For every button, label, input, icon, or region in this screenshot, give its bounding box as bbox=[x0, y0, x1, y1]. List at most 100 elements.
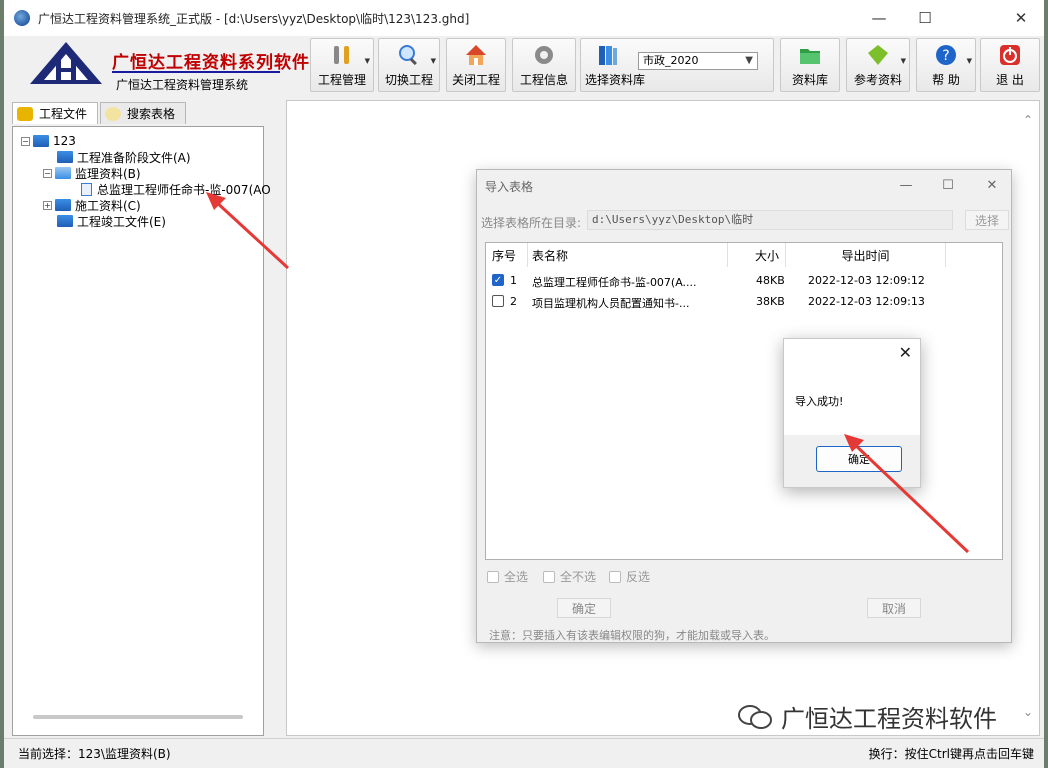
tab-search-forms[interactable]: 搜索表格 bbox=[100, 102, 187, 124]
help-icon: ? bbox=[933, 42, 959, 68]
dialog-maximize-button[interactable]: ☐ bbox=[933, 174, 963, 196]
watermark: 广恒达工程资料软件 bbox=[737, 699, 997, 734]
left-panel-tabs: 工程文件 搜索表格 bbox=[12, 102, 188, 124]
tree-node-root[interactable]: − 123 bbox=[21, 133, 76, 149]
dropdown-arrow-icon: ▼ bbox=[966, 57, 972, 65]
close-button[interactable]: ✕ bbox=[998, 0, 1044, 36]
tree-node-label: 123 bbox=[53, 134, 76, 148]
help-button[interactable]: ? 帮 助 ▼ bbox=[916, 38, 976, 92]
select-none-label: 全不选 bbox=[560, 570, 597, 584]
library-label: 资料库 bbox=[791, 73, 828, 87]
svg-text:?: ? bbox=[942, 48, 949, 64]
power-icon bbox=[997, 42, 1023, 68]
exit-button[interactable]: 退 出 bbox=[980, 38, 1040, 92]
folder-icon bbox=[57, 151, 73, 163]
project-tree[interactable]: − 123 工程准备阶段文件(A) − 监理资料(B) 总监理工程师任命书-监-… bbox=[12, 126, 271, 736]
gear-icon bbox=[531, 42, 557, 68]
chevron-down-icon: ▼ bbox=[745, 55, 753, 66]
collapse-icon[interactable]: − bbox=[43, 168, 52, 178]
project-info-button[interactable]: 工程信息 bbox=[512, 38, 576, 92]
brand-underline bbox=[112, 71, 280, 73]
close-project-button[interactable]: 关闭工程 bbox=[446, 38, 506, 92]
tree-node-b[interactable]: − 监理资料(B) bbox=[43, 165, 141, 181]
select-none-checkbox[interactable]: 全不选 bbox=[543, 568, 596, 585]
row-size: 48KB bbox=[756, 274, 785, 287]
dialog-cancel-button[interactable]: 取消 bbox=[867, 598, 921, 618]
message-footer: 确定 bbox=[784, 435, 920, 487]
title-bar: 广恒达工程资料管理系统_正式版 - [d:\Users\yyz\Desktop\… bbox=[4, 0, 1044, 36]
checkbox-unchecked-icon[interactable] bbox=[492, 295, 504, 307]
tree-node-e[interactable]: 工程竣工文件(E) bbox=[57, 213, 166, 229]
directory-field[interactable]: d:\Users\yyz\Desktop\临时 bbox=[587, 210, 953, 230]
select-all-checkbox[interactable]: 全选 bbox=[487, 568, 528, 585]
tab-search-forms-label: 搜索表格 bbox=[127, 107, 176, 121]
dropdown-arrow-icon: ▼ bbox=[430, 57, 436, 65]
horizontal-scrollbar[interactable] bbox=[33, 715, 243, 719]
column-header-no[interactable]: 序号 bbox=[486, 243, 528, 267]
message-ok-button[interactable]: 确定 bbox=[816, 446, 902, 472]
column-header-name[interactable]: 表名称 bbox=[528, 243, 728, 267]
tree-node-c[interactable]: + 施工资料(C) bbox=[43, 197, 141, 213]
row-checkbox[interactable] bbox=[492, 295, 504, 307]
table-row[interactable]: 2 项目监理机构人员配置通知书-... 38KB 2022-12-03 12:0… bbox=[486, 292, 1002, 313]
success-message-box: ✕ 导入成功! 确定 bbox=[783, 338, 921, 488]
switch-project-button[interactable]: 切换工程 ▼ bbox=[378, 38, 440, 92]
message-text: 导入成功! bbox=[795, 395, 844, 408]
library-button[interactable]: 资料库 bbox=[780, 38, 840, 92]
tree-node-label: 工程准备阶段文件(A) bbox=[77, 150, 191, 165]
checkbox-unchecked-icon[interactable] bbox=[543, 570, 555, 583]
speech-bubble-icon bbox=[105, 106, 122, 121]
books-icon bbox=[595, 42, 621, 68]
tree-node-b-doc[interactable]: 总监理工程师任命书-监-007(AO bbox=[81, 181, 271, 197]
tab-project-files[interactable]: 工程文件 bbox=[12, 102, 99, 124]
library-select[interactable]: 市政_2020 ▼ bbox=[638, 52, 758, 70]
row-name: 项目监理机构人员配置通知书-... bbox=[532, 297, 690, 310]
tree-node-a[interactable]: 工程准备阶段文件(A) bbox=[57, 149, 191, 165]
scroll-up-icon[interactable]: ⌃ bbox=[1023, 113, 1033, 127]
help-label: 帮 助 bbox=[932, 73, 960, 87]
tree-node-label: 总监理工程师任命书-监-007(AO bbox=[97, 182, 271, 197]
select-all-label: 全选 bbox=[504, 570, 529, 584]
reference-button[interactable]: 参考资料 ▼ bbox=[846, 38, 910, 92]
magnifier-icon bbox=[396, 42, 422, 68]
collapse-icon[interactable]: − bbox=[21, 136, 30, 146]
checkbox-unchecked-icon[interactable] bbox=[487, 570, 499, 583]
document-icon bbox=[81, 182, 92, 196]
tab-project-files-label: 工程文件 bbox=[39, 107, 88, 121]
dropdown-arrow-icon: ▼ bbox=[364, 57, 370, 65]
dialog-ok-button[interactable]: 确定 bbox=[557, 598, 611, 618]
current-selection-status: 当前选择：123\监理资料(B) bbox=[18, 747, 171, 761]
project-management-button[interactable]: 工程管理 ▼ bbox=[310, 38, 374, 92]
window-title: 广恒达工程资料管理系统_正式版 - [d:\Users\yyz\Desktop\… bbox=[38, 11, 470, 26]
row-checkbox[interactable]: ✓ bbox=[492, 274, 504, 286]
tools-icon bbox=[329, 42, 355, 68]
app-icon bbox=[14, 10, 30, 26]
open-folder-icon bbox=[55, 167, 71, 179]
select-library-label: 选择资料库 bbox=[585, 73, 646, 87]
minimize-button[interactable]: — bbox=[856, 0, 902, 36]
checkbox-unchecked-icon[interactable] bbox=[609, 570, 621, 583]
maximize-button[interactable]: ☐ bbox=[902, 0, 948, 36]
expand-icon[interactable]: + bbox=[43, 200, 52, 210]
folder-icon bbox=[55, 199, 71, 211]
dialog-close-button[interactable]: ✕ bbox=[977, 174, 1007, 196]
status-bar: 当前选择：123\监理资料(B) 换行：按住Ctrl键再点击回车键 bbox=[4, 738, 1044, 768]
table-row[interactable]: ✓ 1 总监理工程师任命书-监-007(A.... 48KB 2022-12-0… bbox=[486, 271, 1002, 292]
scroll-down-icon[interactable]: ⌄ bbox=[1023, 705, 1033, 719]
row-size: 38KB bbox=[756, 295, 785, 308]
library-select-value: 市政_2020 bbox=[643, 54, 699, 67]
watermark-text: 广恒达工程资料软件 bbox=[781, 705, 997, 733]
choose-directory-button[interactable]: 选择 bbox=[965, 210, 1009, 230]
dialog-minimize-button[interactable]: — bbox=[891, 174, 921, 196]
invert-selection-checkbox[interactable]: 反选 bbox=[609, 568, 650, 585]
house-icon bbox=[463, 42, 489, 68]
column-header-time[interactable]: 导出时间 bbox=[786, 243, 946, 267]
wechat-icon bbox=[738, 704, 772, 729]
dropdown-arrow-icon: ▼ bbox=[900, 57, 906, 65]
checkbox-checked-icon[interactable]: ✓ bbox=[492, 274, 504, 286]
invert-label: 反选 bbox=[626, 570, 651, 584]
folder-icon bbox=[33, 135, 49, 147]
column-header-size[interactable]: 大小 bbox=[728, 243, 786, 267]
message-close-button[interactable]: ✕ bbox=[899, 343, 912, 362]
forms-list[interactable]: 序号 表名称 大小 导出时间 ✓ 1 总监理工程师任命书-监-007(A....… bbox=[485, 242, 1003, 560]
